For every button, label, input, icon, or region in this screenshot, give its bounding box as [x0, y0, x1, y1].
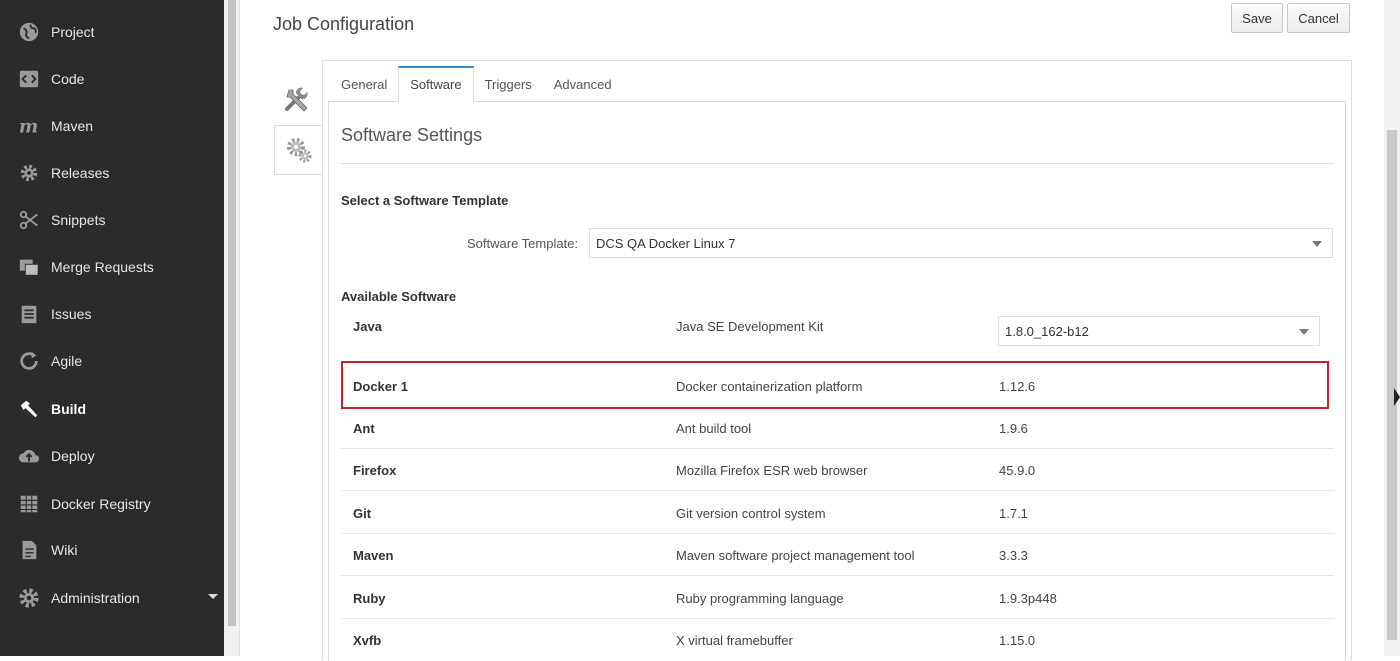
tab-triggers[interactable]: Triggers	[474, 66, 543, 102]
java-version-select[interactable]: 1.8.0_162-b12	[998, 316, 1320, 346]
sidebar-item-maven[interactable]: m Maven	[0, 102, 224, 149]
software-version: 3.3.3	[999, 548, 1028, 563]
sidebar-item-label: Issues	[51, 305, 92, 322]
scrollbar-thumb[interactable]	[1387, 130, 1397, 640]
mouse-cursor-icon	[1394, 388, 1400, 406]
java-version-value: 1.8.0_162-b12	[1005, 323, 1089, 339]
sidebar-item-label: Releases	[51, 164, 110, 181]
globe-icon	[16, 19, 42, 45]
software-name: Git	[353, 506, 372, 521]
tools-icon	[285, 87, 308, 112]
software-version: 1.9.3p448	[999, 591, 1057, 606]
maven-icon: m	[16, 113, 42, 139]
software-name: Firefox	[353, 463, 397, 478]
sidebar-item-docker-registry[interactable]: Docker Registry	[0, 480, 224, 527]
available-software-heading: Available Software	[341, 289, 457, 304]
software-row: Xvfb X virtual framebuffer 1.15.0	[341, 619, 1334, 661]
tab-bar: General Software Triggers Advanced	[330, 66, 623, 102]
sidebar-nav: Project Code m Maven Releases Snippets M…	[0, 0, 224, 656]
sidebar-item-deploy[interactable]: Deploy	[0, 432, 224, 479]
software-row: Ant Ant build tool 1.9.6	[341, 407, 1334, 449]
software-template-select[interactable]: DCS QA Docker Linux 7	[589, 228, 1333, 258]
sidebar-item-snippets[interactable]: Snippets	[0, 196, 224, 243]
refresh-icon	[16, 348, 42, 374]
sidebar-item-label: Wiki	[51, 541, 78, 558]
software-version: 45.9.0	[999, 463, 1036, 478]
sidebar-item-label: Merge Requests	[51, 258, 154, 275]
chevron-down-icon	[1312, 241, 1322, 247]
save-button[interactable]: Save	[1231, 3, 1283, 33]
software-template-value: DCS QA Docker Linux 7	[596, 235, 736, 251]
software-tools-button[interactable]	[274, 125, 322, 175]
sidebar-item-label: Maven	[51, 117, 94, 134]
scissors-icon	[16, 207, 42, 233]
software-version: 1.7.1	[999, 506, 1028, 521]
software-description: Ruby programming language	[676, 591, 844, 606]
software-description: X virtual framebuffer	[676, 633, 793, 648]
software-name: Maven	[353, 548, 394, 563]
software-description: Mozilla Firefox ESR web browser	[676, 463, 868, 478]
software-version: 1.15.0	[999, 633, 1036, 648]
software-description: Git version control system	[676, 506, 826, 521]
svg-text:m: m	[19, 116, 38, 137]
software-description: Maven software project management tool	[676, 548, 915, 563]
sidebar-item-code[interactable]: Code	[0, 55, 224, 102]
software-version: 1.9.6	[999, 421, 1028, 436]
sidebar-item-label: Administration	[51, 589, 140, 606]
sidebar-item-build[interactable]: Build	[0, 385, 224, 432]
sidebar-item-label: Deploy	[51, 447, 95, 464]
sidebar-item-label: Snippets	[51, 211, 106, 228]
software-name: Ant	[353, 421, 375, 436]
section-title: Software Settings	[341, 125, 483, 145]
software-row: Ruby Ruby programming language 1.9.3p448	[341, 577, 1334, 619]
sidebar-item-issues[interactable]: Issues	[0, 290, 224, 337]
gears-icon	[286, 138, 311, 163]
software-name: Ruby	[353, 591, 386, 606]
main-scrollbar[interactable]	[1384, 0, 1400, 656]
software-row: Maven Maven software project management …	[341, 534, 1334, 576]
registry-icon	[16, 491, 42, 517]
chevron-down-icon	[1299, 329, 1309, 335]
sidebar-item-administration[interactable]: Administration	[0, 574, 224, 621]
sidebar-item-label: Docker Registry	[51, 495, 151, 512]
tab-general[interactable]: General	[330, 66, 398, 102]
sidebar-item-label: Build	[51, 400, 86, 417]
sidebar-item-agile[interactable]: Agile	[0, 337, 224, 384]
tab-advanced[interactable]: Advanced	[543, 66, 623, 102]
software-name: Xvfb	[353, 633, 382, 648]
sidebar-item-label: Project	[51, 23, 95, 40]
general-tools-button[interactable]	[274, 75, 322, 125]
sidebar-item-merge-requests[interactable]: Merge Requests	[0, 243, 224, 290]
code-icon	[16, 66, 42, 92]
cog-icon	[16, 585, 42, 611]
sidebar-scrollbar[interactable]	[224, 0, 240, 656]
chevron-down-icon[interactable]	[208, 594, 218, 599]
highlight-annotation	[341, 361, 1329, 409]
document-icon	[16, 537, 42, 563]
scrollbar-thumb[interactable]	[228, 0, 236, 626]
cancel-button[interactable]: Cancel	[1287, 3, 1350, 33]
software-row: Git Git version control system 1.7.1	[341, 492, 1334, 534]
template-heading: Select a Software Template	[341, 193, 509, 208]
divider	[341, 163, 1334, 164]
software-row: Firefox Mozilla Firefox ESR web browser …	[341, 449, 1334, 491]
sidebar-item-label: Agile	[51, 352, 83, 369]
page-title: Job Configuration	[273, 14, 415, 34]
sidebar-item-project[interactable]: Project	[0, 8, 224, 55]
cloud-upload-icon	[16, 443, 42, 469]
software-description: Java SE Development Kit	[676, 319, 824, 334]
gear-icon	[16, 160, 42, 186]
tab-software[interactable]: Software	[398, 66, 474, 102]
software-name: Java	[353, 319, 382, 334]
sidebar-item-label: Code	[51, 70, 85, 87]
clipboard-icon	[16, 301, 42, 327]
sidebar-item-wiki[interactable]: Wiki	[0, 526, 224, 573]
merge-icon	[16, 254, 42, 280]
software-description: Ant build tool	[676, 421, 752, 436]
hammer-icon	[16, 396, 42, 422]
template-label: Software Template:	[467, 236, 579, 251]
sidebar-item-releases[interactable]: Releases	[0, 149, 224, 196]
